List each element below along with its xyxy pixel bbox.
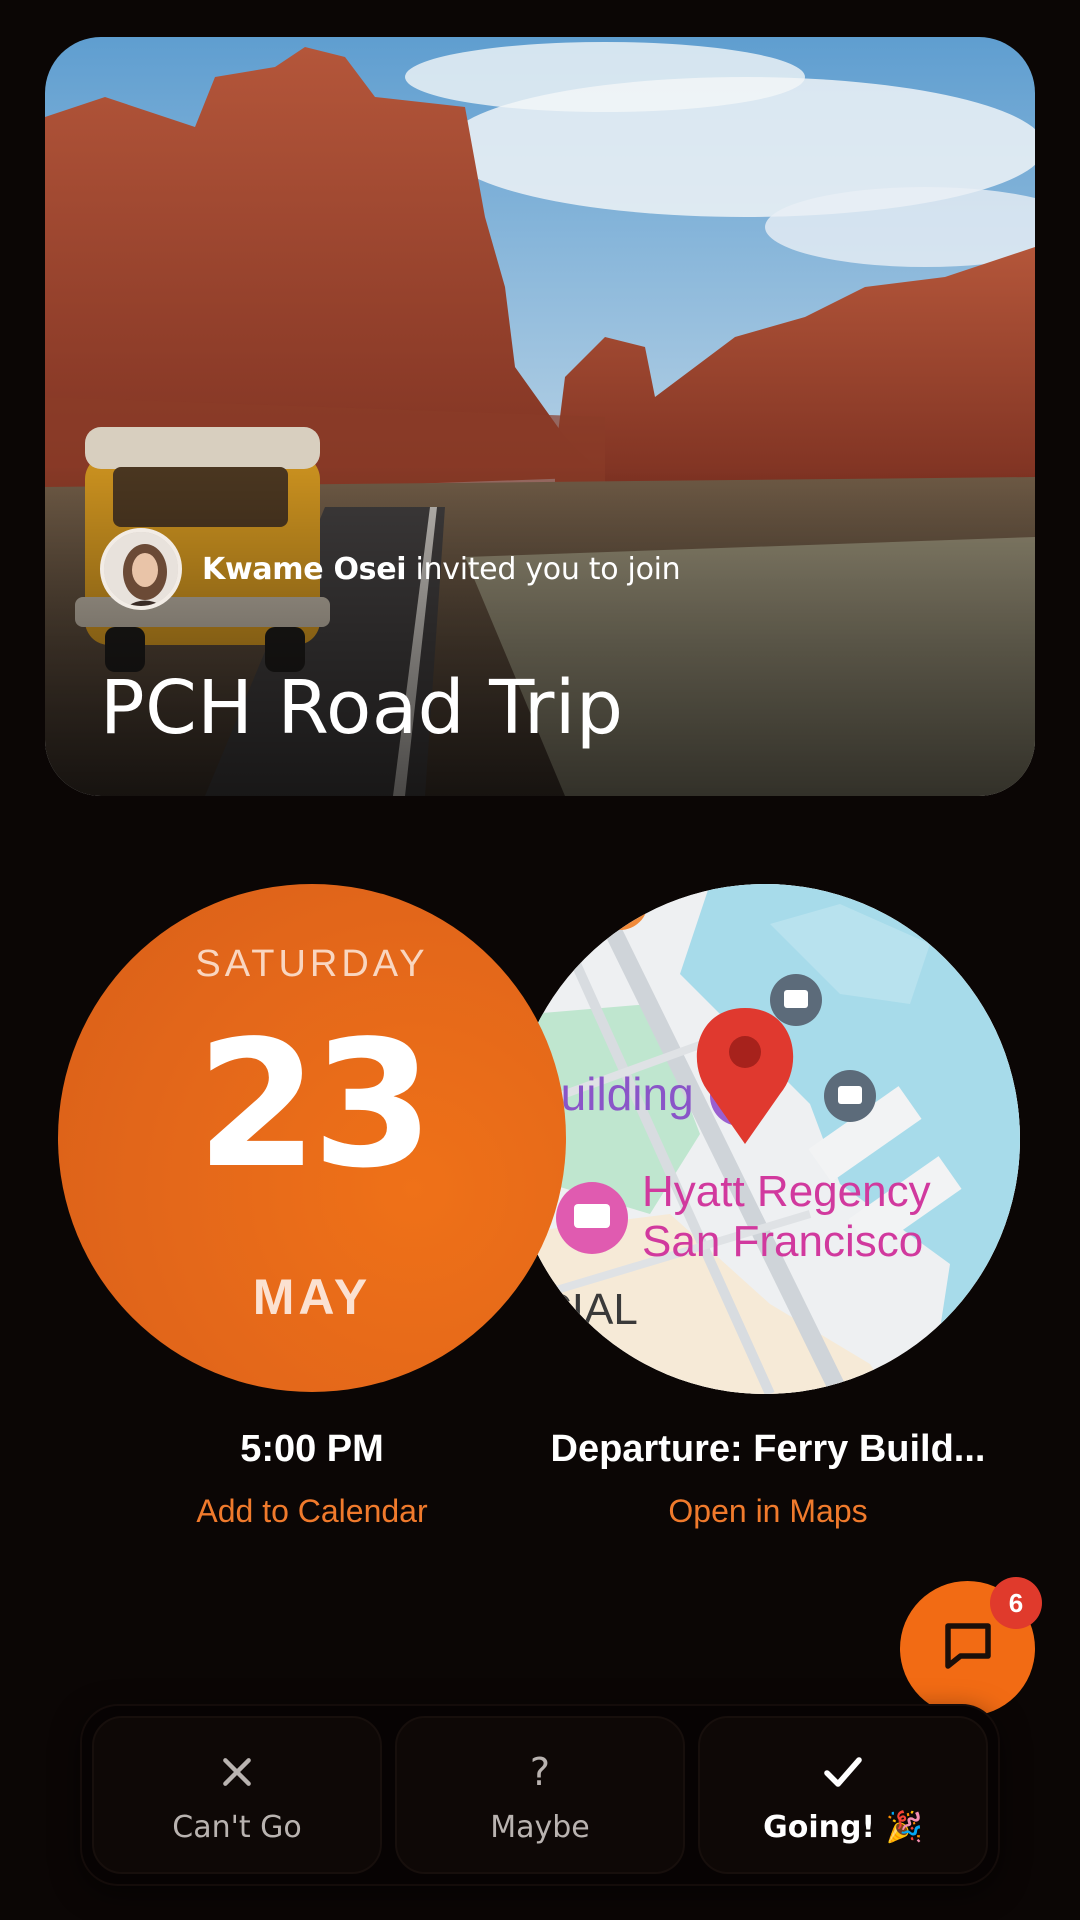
question-mark-icon: ?	[529, 1749, 551, 1794]
map-graphic: Building Hyatt Regency San Francisco CIA…	[510, 884, 1020, 1394]
cant-go-label: Can't Go	[172, 1809, 302, 1845]
weekday-label: SATURDAY	[195, 943, 429, 985]
inviter-name: Kwame Osei	[202, 551, 407, 587]
avatar[interactable]	[100, 528, 182, 610]
maybe-button[interactable]: ? Maybe	[395, 1716, 685, 1874]
chat-bubble-icon	[938, 1616, 998, 1681]
close-icon	[217, 1746, 257, 1798]
location-label: Departure: Ferry Build...	[550, 1428, 986, 1470]
location-block: Departure: Ferry Build... Open in Maps	[520, 1428, 1016, 1530]
add-to-calendar-link[interactable]: Add to Calendar	[58, 1493, 566, 1530]
checkmark-icon	[819, 1746, 867, 1798]
invite-suffix: invited you to join	[406, 551, 681, 587]
invite-text: Kwame Osei invited you to join	[202, 551, 681, 587]
going-label: Going! 🎉	[763, 1809, 923, 1845]
time-block: 5:00 PM Add to Calendar	[58, 1428, 566, 1530]
unread-badge: 6	[990, 1577, 1042, 1629]
map-label-hotel-line2: San Francisco	[642, 1217, 923, 1266]
inviter-row: Kwame Osei invited you to join	[100, 528, 681, 610]
location-map[interactable]: Building Hyatt Regency San Francisco CIA…	[510, 884, 1020, 1394]
event-invite-screen: Kwame Osei invited you to join PCH Road …	[0, 0, 1080, 1920]
hero-card: Kwame Osei invited you to join PCH Road …	[45, 37, 1035, 796]
date-badge: SATURDAY 23 MAY	[58, 884, 566, 1392]
open-in-maps-link[interactable]: Open in Maps	[520, 1493, 1016, 1530]
map-label-hotel-line1: Hyatt Regency	[642, 1167, 931, 1216]
day-number: 23	[196, 1004, 434, 1207]
month-label: MAY	[252, 1269, 372, 1325]
event-title: PCH Road Trip	[100, 665, 624, 751]
going-button[interactable]: Going! 🎉	[698, 1716, 988, 1874]
cant-go-button[interactable]: Can't Go	[92, 1716, 382, 1874]
event-time: 5:00 PM	[240, 1428, 384, 1470]
rsvp-bar: Can't Go ? Maybe Going! 🎉	[82, 1706, 998, 1884]
maybe-label: Maybe	[490, 1809, 590, 1845]
